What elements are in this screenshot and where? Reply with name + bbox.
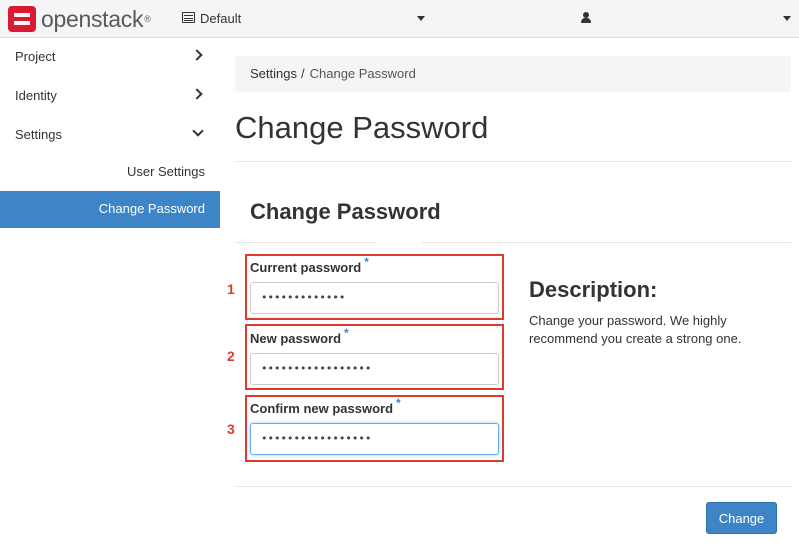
sidebar-item-identity[interactable]: Identity xyxy=(0,77,220,115)
breadcrumb-separator: / xyxy=(300,66,305,81)
confirm-password-label: Confirm new password * xyxy=(250,396,401,416)
annotation-number-1: 1 xyxy=(227,281,235,297)
label-text: Confirm new password xyxy=(250,401,394,416)
project-dropdown-caret-icon[interactable] xyxy=(417,16,425,21)
current-password-input[interactable]: ••••••••••••• xyxy=(250,282,499,314)
logo-text: openstack xyxy=(41,5,144,32)
sidebar-item-project[interactable]: Project xyxy=(0,38,220,76)
description-title: Description: xyxy=(529,277,658,302)
user-dropdown-caret-icon[interactable] xyxy=(783,16,791,21)
breadcrumb-current: Change Password xyxy=(309,66,416,81)
divider xyxy=(235,161,791,162)
openstack-logo[interactable]: openstack ® xyxy=(8,5,151,33)
sidebar-item-label: Change Password xyxy=(98,201,205,216)
sidebar: Project Identity Settings User Settings … xyxy=(0,38,220,545)
new-password-input[interactable]: ••••••••••••••••• xyxy=(250,353,499,385)
sidebar-item-user-settings[interactable]: User Settings xyxy=(0,154,220,191)
annotation-number-3: 3 xyxy=(227,421,235,437)
breadcrumb: Settings / Change Password xyxy=(235,56,791,92)
chevron-down-icon xyxy=(192,125,204,137)
top-bar: openstack ® Default xyxy=(0,0,799,38)
registered-mark: ® xyxy=(144,14,151,24)
label-text: Current password xyxy=(250,260,362,275)
chevron-right-icon xyxy=(191,88,203,100)
new-password-label: New password * xyxy=(250,326,349,346)
required-marker: * xyxy=(344,326,349,340)
sidebar-item-label: Settings xyxy=(15,127,62,142)
form-title: Change Password xyxy=(250,199,441,224)
user-icon[interactable] xyxy=(581,12,591,24)
description-text: Change your password. We highly recommen… xyxy=(529,313,742,346)
label-text: New password xyxy=(250,331,342,346)
sidebar-item-change-password[interactable]: Change Password xyxy=(0,191,220,228)
sidebar-item-label: User Settings xyxy=(126,164,205,179)
required-marker: * xyxy=(364,255,369,269)
sidebar-item-settings[interactable]: Settings xyxy=(0,116,220,154)
page-title: Change Password xyxy=(235,110,489,145)
project-icon xyxy=(182,12,195,23)
change-button[interactable]: Change xyxy=(706,502,777,534)
confirm-password-input[interactable]: ••••••••••••••••• xyxy=(250,423,499,455)
project-selector[interactable]: Default xyxy=(200,11,241,26)
divider xyxy=(235,242,791,243)
annotation-number-2: 2 xyxy=(227,348,235,364)
openstack-logo-icon xyxy=(8,6,36,32)
divider-gap xyxy=(376,241,422,244)
divider xyxy=(235,486,791,487)
chevron-right-icon xyxy=(191,49,203,61)
sidebar-item-label: Project xyxy=(15,49,56,64)
required-marker: * xyxy=(396,396,401,410)
current-password-label: Current password * xyxy=(250,255,369,275)
sidebar-item-label: Identity xyxy=(15,88,57,103)
breadcrumb-settings-link[interactable]: Settings xyxy=(250,66,297,81)
